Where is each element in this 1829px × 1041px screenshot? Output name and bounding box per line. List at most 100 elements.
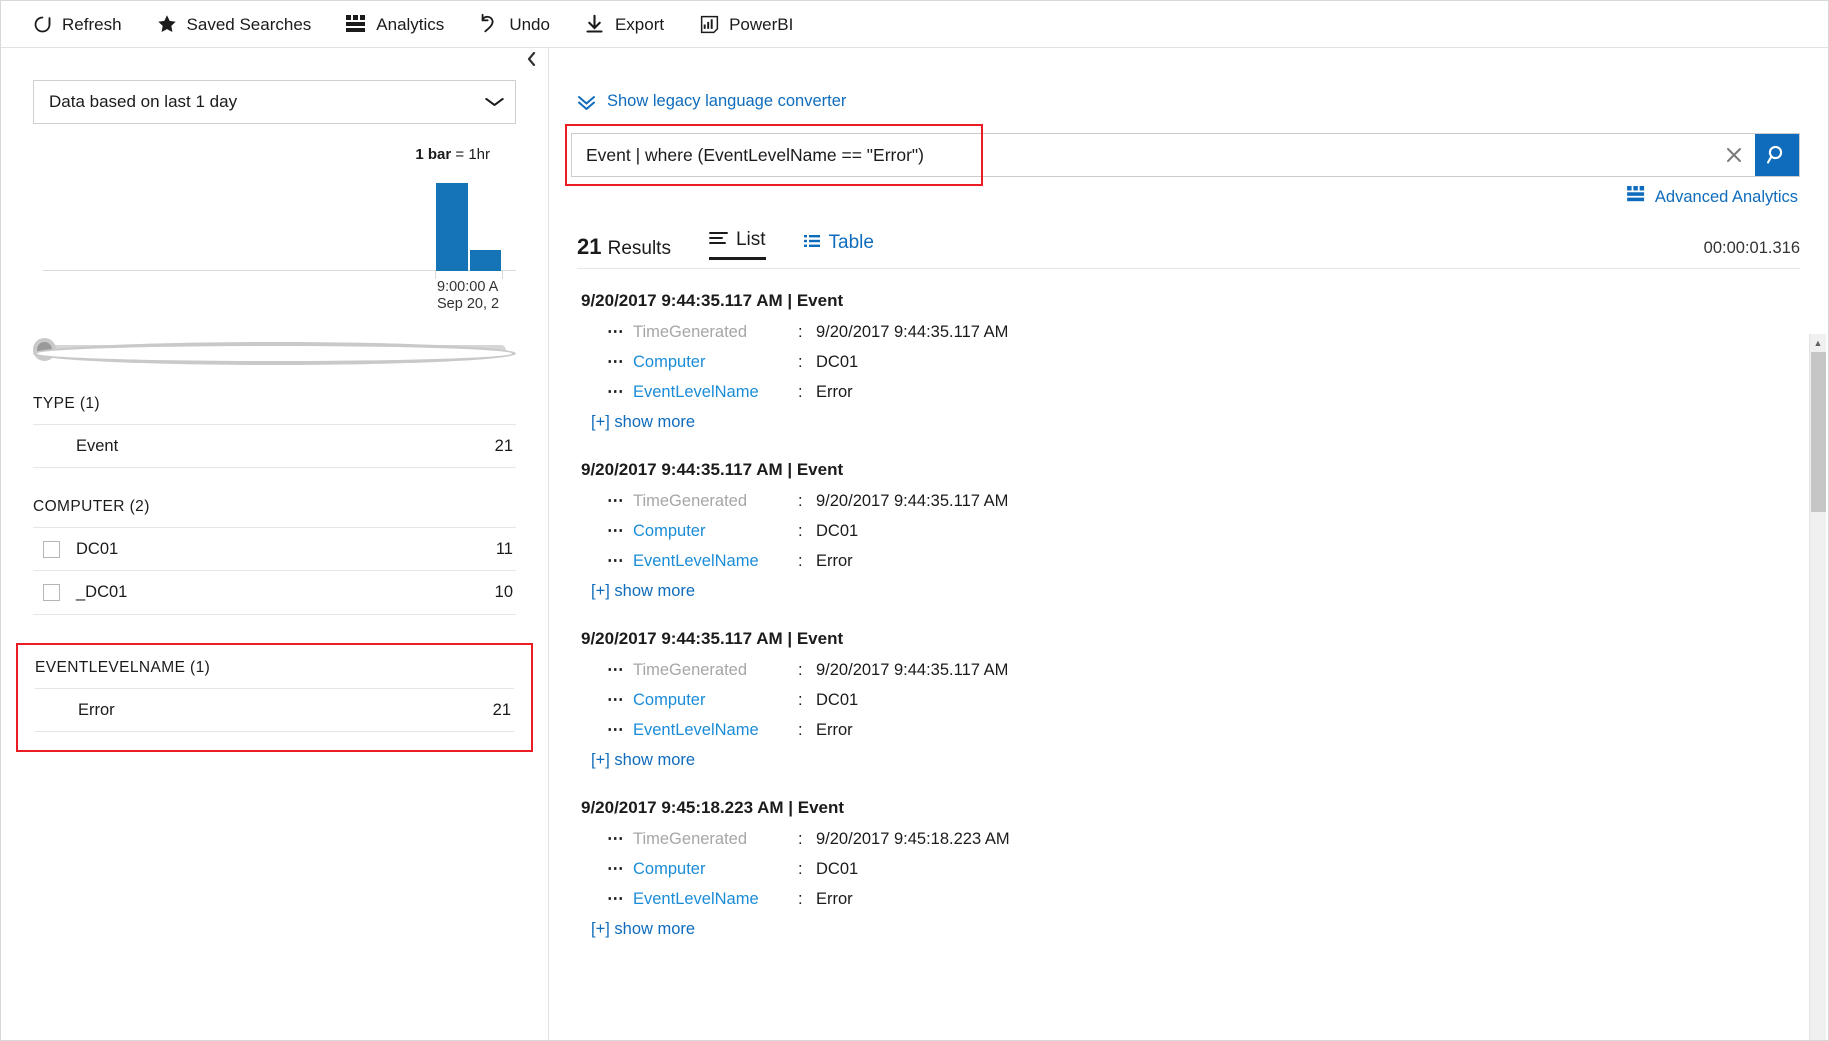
facet-group-computer: COMPUTER (2) DC01 11 _DC01 10 [33, 468, 516, 615]
field-dots-icon: ⋯ [607, 860, 625, 878]
facet-row-underscore-dc01[interactable]: _DC01 10 [33, 571, 516, 615]
chevron-down-icon [484, 94, 504, 111]
result-record: 9/20/2017 9:44:35.117 AM | Event ⋯ TimeG… [577, 452, 1810, 621]
field-colon: : [798, 889, 803, 908]
facet-checkbox[interactable] [43, 584, 60, 601]
facet-row-count: 21 [492, 700, 511, 719]
facet-group-eventlevelname: EVENTLEVELNAME (1) Error 21 [16, 643, 533, 752]
field-value: Error [816, 889, 853, 908]
log-analytics-search-window: Refresh Saved Searches Analytics Undo Ex… [0, 0, 1829, 1041]
undo-button[interactable]: Undo [478, 13, 550, 35]
field-key[interactable]: EventLevelName [633, 721, 798, 740]
field-key[interactable]: TimeGenerated [633, 830, 798, 849]
facet-row-dc01[interactable]: DC01 11 [33, 527, 516, 571]
double-chevron-down-icon [577, 94, 596, 110]
facet-row-event[interactable]: Event 21 [33, 424, 516, 468]
field-dots-icon: ⋯ [607, 383, 625, 401]
show-legacy-language-converter-link[interactable]: Show legacy language converter [577, 92, 846, 111]
chart-bar[interactable] [436, 183, 468, 271]
field-key[interactable]: TimeGenerated [633, 492, 798, 511]
collapse-panel-button[interactable] [522, 51, 540, 70]
record-field: ⋯ TimeGenerated : 9/20/2017 9:44:35.117 … [577, 486, 1810, 516]
field-key[interactable]: Computer [633, 860, 798, 879]
top-toolbar: Refresh Saved Searches Analytics Undo Ex… [1, 1, 1828, 48]
facet-checkbox[interactable] [43, 540, 60, 558]
field-key[interactable]: Computer [633, 522, 798, 541]
field-dots-icon: ⋯ [607, 492, 625, 510]
field-dots-icon: ⋯ [607, 353, 625, 371]
field-value: 9/20/2017 9:44:35.117 AM [816, 660, 1009, 679]
field-colon: : [798, 491, 803, 510]
refresh-label: Refresh [62, 14, 122, 34]
time-range-slider[interactable] [33, 335, 516, 365]
show-more-link[interactable]: [+] show more [577, 914, 695, 941]
facet-row-count: 10 [494, 583, 513, 601]
facet-title-text: COMPUTER [33, 498, 125, 515]
facet-row-label: Error [78, 700, 115, 719]
tab-table[interactable]: Table [803, 232, 874, 260]
saved-searches-button[interactable]: Saved Searches [156, 13, 311, 35]
show-more-link[interactable]: [+] show more [577, 745, 695, 772]
chart-x-axis-label-line1: 9:00:00 A [437, 279, 499, 295]
facet-row-error[interactable]: Error 21 [35, 688, 514, 732]
chevron-left-icon [527, 51, 535, 67]
advanced-analytics-link[interactable]: Advanced Analytics [1627, 186, 1798, 208]
powerbi-label: PowerBI [729, 14, 794, 34]
tab-list[interactable]: List [708, 229, 766, 260]
analytics-grid-icon [345, 13, 367, 35]
field-key[interactable]: EventLevelName [633, 383, 798, 402]
field-key[interactable]: Computer [633, 691, 798, 710]
time-range-value: Data based on last 1 day [49, 92, 238, 111]
results-scrollbar[interactable]: ▲ ▼ [1809, 334, 1826, 1040]
scroll-up-button[interactable]: ▲ [1810, 334, 1826, 351]
query-input[interactable]: Event | where (EventLevelName == "Error"… [572, 134, 1713, 176]
undo-label: Undo [509, 14, 550, 34]
run-search-button[interactable] [1755, 134, 1799, 176]
facet-title-computer: COMPUTER (2) [33, 498, 516, 527]
facet-row-label-wrap: Error [35, 701, 115, 720]
record-field: ⋯ EventLevelName : Error [577, 884, 1810, 914]
table-icon [803, 232, 821, 254]
record-field: ⋯ EventLevelName : Error [577, 377, 1810, 407]
record-field: ⋯ Computer : DC01 [577, 347, 1810, 377]
field-dots-icon: ⋯ [607, 323, 625, 341]
search-icon [1766, 145, 1783, 164]
record-field: ⋯ Computer : DC01 [577, 516, 1810, 546]
facet-group-type: TYPE (1) Event 21 [33, 365, 516, 468]
refresh-button[interactable]: Refresh [31, 13, 122, 35]
field-key[interactable]: Computer [633, 353, 798, 372]
results-header: 21 Results List Table 00:00:01.316 [577, 220, 1800, 260]
show-more-link[interactable]: [+] show more [577, 576, 695, 603]
show-more-link[interactable]: [+] show more [577, 407, 695, 434]
field-key[interactable]: EventLevelName [633, 552, 798, 571]
record-field: ⋯ EventLevelName : Error [577, 715, 1810, 745]
field-colon: : [798, 352, 803, 371]
powerbi-button[interactable]: PowerBI [698, 13, 793, 35]
filters-panel: Data based on last 1 day 1 bar = 1hr 9:0… [1, 48, 549, 1040]
undo-icon [478, 13, 500, 35]
results-panel: Show legacy language converter Event | w… [549, 48, 1828, 1040]
query-input-row: Event | where (EventLevelName == "Error"… [571, 133, 1800, 177]
field-key[interactable]: TimeGenerated [633, 661, 798, 680]
range-end-handle[interactable] [33, 341, 516, 365]
chart-bar[interactable] [470, 250, 501, 271]
analytics-button[interactable]: Analytics [345, 13, 444, 35]
export-button[interactable]: Export [584, 13, 664, 35]
facet-title-text: EVENTLEVELNAME [35, 659, 186, 676]
time-range-select[interactable]: Data based on last 1 day [33, 80, 516, 124]
star-icon [156, 13, 178, 35]
field-colon: : [798, 720, 803, 739]
record-field: ⋯ TimeGenerated : 9/20/2017 9:44:35.117 … [577, 317, 1810, 347]
field-dots-icon: ⋯ [607, 552, 625, 570]
results-list: 9/20/2017 9:44:35.117 AM | Event ⋯ TimeG… [577, 283, 1810, 1040]
scrollbar-thumb[interactable] [1811, 352, 1826, 512]
record-field: ⋯ TimeGenerated : 9/20/2017 9:44:35.117 … [577, 655, 1810, 685]
field-colon: : [798, 521, 803, 540]
field-colon: : [798, 690, 803, 709]
chart-x-axis-label-line2: Sep 20, 2 [437, 296, 500, 312]
facet-row-count: 11 [495, 539, 513, 558]
field-key[interactable]: TimeGenerated [633, 323, 798, 342]
field-key[interactable]: EventLevelName [633, 890, 798, 909]
download-icon [584, 13, 606, 35]
clear-query-button[interactable] [1713, 134, 1755, 176]
